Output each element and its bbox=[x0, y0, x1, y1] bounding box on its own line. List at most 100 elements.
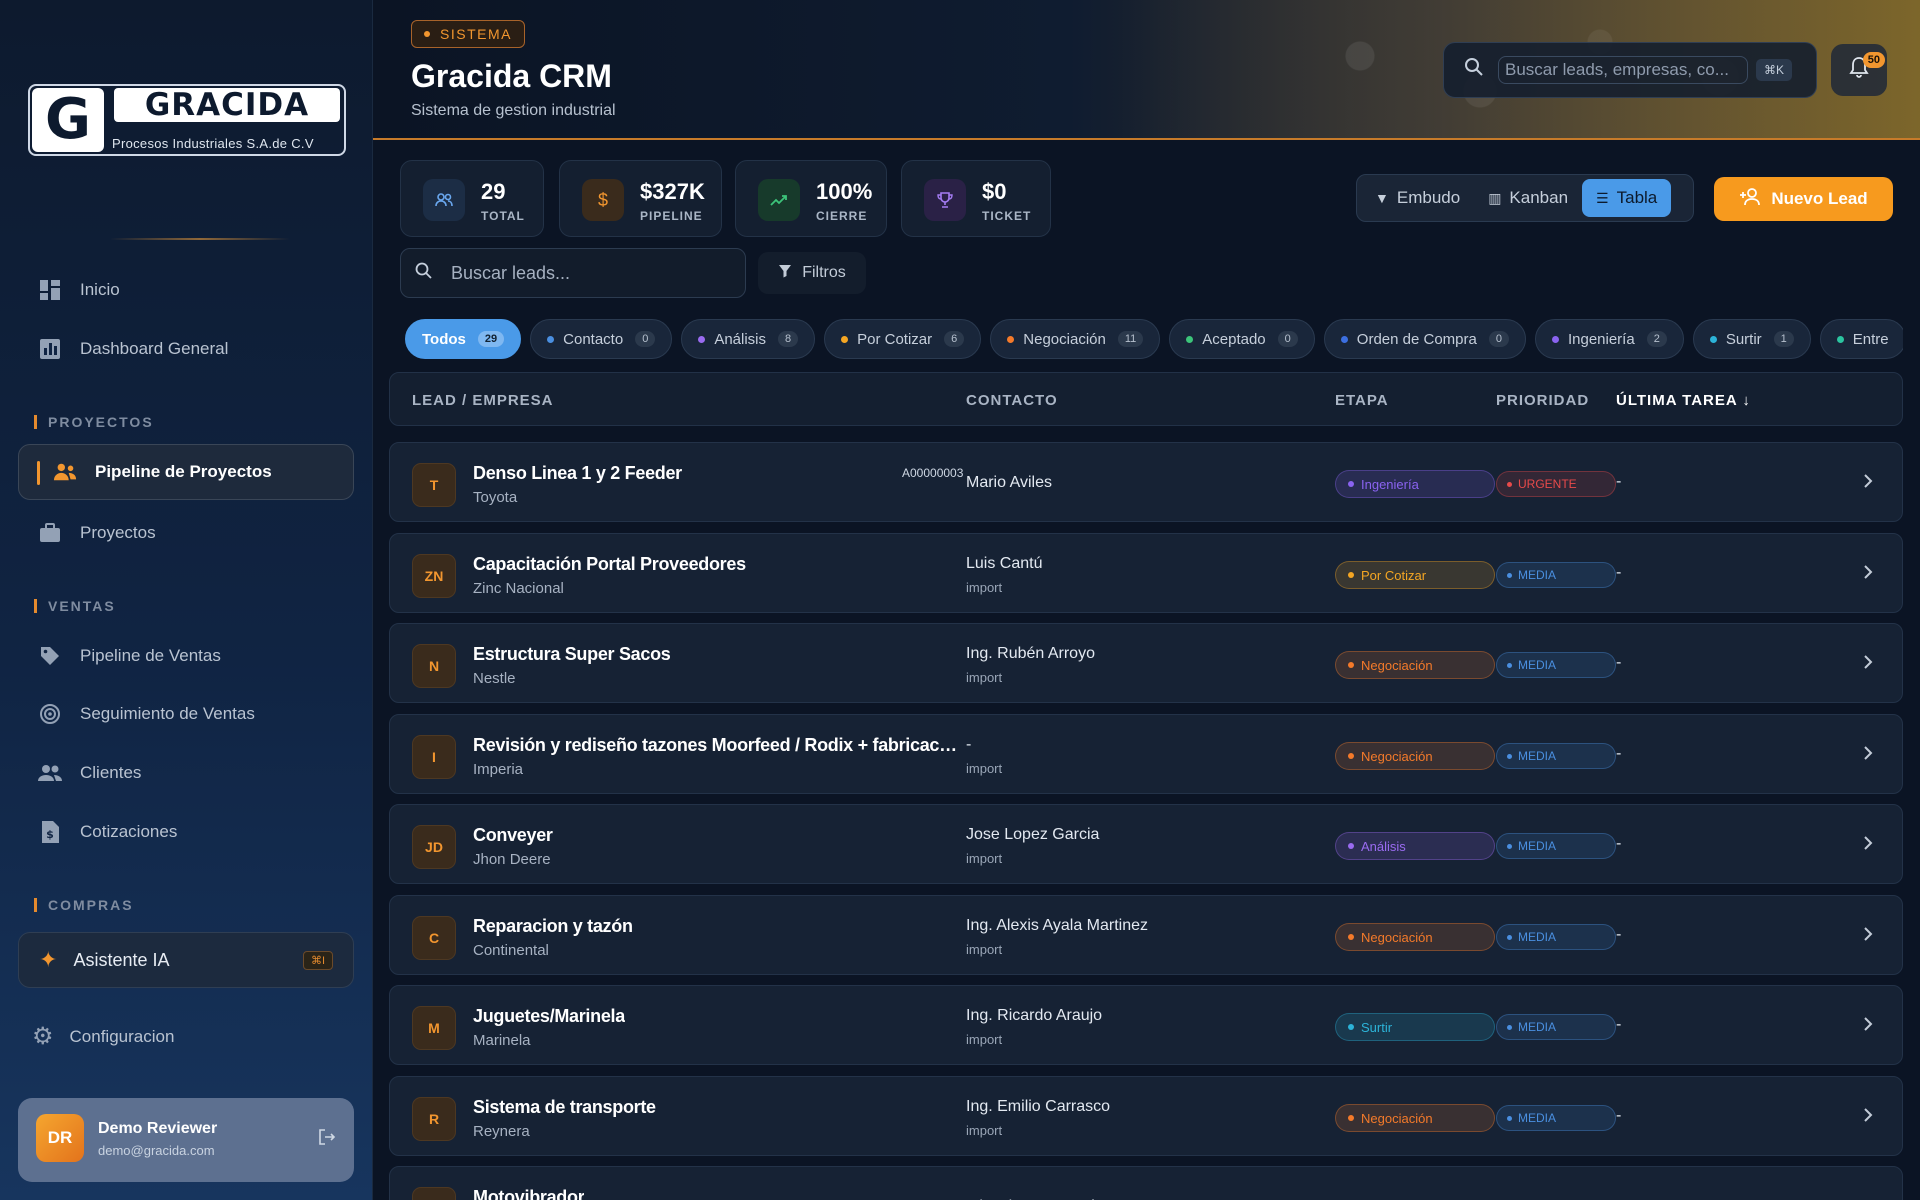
stage-tab-count: 0 bbox=[1277, 331, 1298, 347]
search-icon bbox=[1464, 57, 1484, 83]
chevron-right-icon[interactable] bbox=[1862, 1105, 1874, 1128]
notifications-button[interactable]: 50 bbox=[1831, 44, 1887, 96]
chevron-right-icon[interactable] bbox=[1862, 652, 1874, 675]
table-row[interactable]: MotovibradorMisael Serrano Díaz bbox=[389, 1166, 1903, 1200]
lead-avatar: M bbox=[412, 1006, 456, 1050]
company-logo[interactable]: G GRACIDA Procesos Industriales S.A.de C… bbox=[28, 84, 346, 156]
nav-item-proyectos[interactable]: Proyectos bbox=[18, 505, 354, 561]
chevron-right-icon[interactable] bbox=[1862, 743, 1874, 766]
user-card[interactable]: DR Demo Reviewer demo@gracida.com bbox=[18, 1098, 354, 1182]
logo-letter: G bbox=[32, 88, 104, 152]
priority-dot bbox=[1507, 1115, 1512, 1121]
nav-item-seguimiento-ventas[interactable]: Seguimiento de Ventas bbox=[18, 686, 354, 742]
sparkle-icon: ✦ bbox=[39, 947, 58, 972]
lead-search-input[interactable] bbox=[451, 262, 731, 284]
settings-link[interactable]: ⚙ Configuracion bbox=[32, 1022, 174, 1051]
nav-item-pipeline-ventas[interactable]: Pipeline de Ventas bbox=[18, 628, 354, 684]
ai-assistant-button[interactable]: ✦ Asistente IA ⌘I bbox=[18, 932, 354, 988]
lead-avatar: T bbox=[412, 463, 456, 507]
stage-tab-negociación[interactable]: Negociación 11 bbox=[990, 319, 1161, 359]
list-icon: ☰ bbox=[1596, 189, 1609, 206]
chevron-right-icon[interactable] bbox=[1862, 1014, 1874, 1037]
nav-item-dashboard-general[interactable]: Dashboard General bbox=[18, 321, 354, 377]
column-header-prioridad[interactable]: PRIORIDAD bbox=[1496, 392, 1589, 409]
last-task: - bbox=[1616, 1107, 1622, 1124]
stage-tab-aceptado[interactable]: Aceptado 0 bbox=[1169, 319, 1315, 359]
stage-tab-surtir[interactable]: Surtir 1 bbox=[1692, 319, 1811, 359]
logout-icon[interactable] bbox=[318, 1128, 336, 1151]
filters-button[interactable]: Filtros bbox=[758, 252, 866, 294]
table-row[interactable]: C Reparacion y tazón Continental Ing. Alexi… bbox=[389, 895, 1903, 975]
view-tabla-button[interactable]: ☰ Tabla bbox=[1582, 179, 1672, 217]
stage-badge: Negociación bbox=[1335, 1104, 1495, 1132]
stat-label: PIPELINE bbox=[640, 209, 703, 223]
priority-dot bbox=[1507, 843, 1512, 849]
chevron-right-icon[interactable] bbox=[1862, 471, 1874, 494]
stage-dot bbox=[1348, 572, 1354, 578]
last-task: - bbox=[1616, 745, 1622, 762]
filter-icon bbox=[778, 264, 792, 283]
nav-item-label: Pipeline de Proyectos bbox=[95, 462, 272, 481]
column-header-ultima-tarea[interactable]: ÚLTIMA TAREA ↓ bbox=[1616, 392, 1751, 409]
column-header-lead[interactable]: LEAD / EMPRESA bbox=[412, 392, 554, 409]
chevron-right-icon[interactable] bbox=[1862, 924, 1874, 947]
priority-badge: MEDIA bbox=[1496, 1014, 1616, 1040]
global-search-input[interactable] bbox=[1498, 56, 1748, 84]
view-embudo-button[interactable]: ▼ Embudo bbox=[1361, 179, 1474, 217]
page-header: SISTEMA Gracida CRM Sistema de gestion i… bbox=[373, 0, 1920, 140]
section-title-ventas: VENTAS bbox=[34, 598, 116, 614]
logo-divider bbox=[110, 238, 290, 240]
stage-dot bbox=[1348, 1024, 1354, 1030]
stat-value: 100% bbox=[816, 179, 873, 204]
page-title: Gracida CRM bbox=[411, 58, 612, 94]
stage-badge-label: Surtir bbox=[1361, 1019, 1393, 1035]
chevron-right-icon[interactable] bbox=[1862, 562, 1874, 585]
column-header-etapa[interactable]: ETAPA bbox=[1335, 392, 1389, 409]
stage-badge: Surtir bbox=[1335, 1013, 1495, 1041]
stage-badge: Negociación bbox=[1335, 651, 1495, 679]
stage-tab-ingeniería[interactable]: Ingeniería 2 bbox=[1534, 319, 1684, 359]
system-badge: SISTEMA bbox=[411, 20, 525, 48]
table-row[interactable]: R Sistema de transporte Reynera Ing. Emilio… bbox=[389, 1076, 1903, 1156]
stage-tab-label: Ingeniería bbox=[1567, 330, 1635, 348]
view-toggle: ▼ Embudo ▥ Kanban ☰ Tabla bbox=[1356, 174, 1694, 222]
stage-tab-contacto[interactable]: Contacto 0 bbox=[530, 319, 673, 359]
view-kanban-button[interactable]: ▥ Kanban bbox=[1474, 179, 1582, 217]
notification-count-badge: 50 bbox=[1862, 52, 1885, 68]
stage-tab-todos[interactable]: Todos 29 bbox=[405, 319, 522, 359]
stage-tab-por-cotizar[interactable]: Por Cotizar 6 bbox=[824, 319, 982, 359]
table-row[interactable]: ZN Capacitación Portal Proveedores Zinc Na… bbox=[389, 533, 1903, 613]
lead-company: Toyota bbox=[473, 489, 518, 506]
nav-item-label: Pipeline de Ventas bbox=[80, 646, 221, 665]
priority-badge-label: MEDIA bbox=[1518, 658, 1557, 672]
nav-item-label: Clientes bbox=[80, 763, 142, 782]
table-row[interactable]: T Denso Linea 1 y 2 Feeder Toyota A00000003… bbox=[389, 442, 1903, 522]
nav-item-inicio[interactable]: Inicio bbox=[18, 262, 354, 318]
table-row[interactable]: N Estructura Super Sacos Nestle Ing. Rubén … bbox=[389, 623, 1903, 703]
stage-tab-análisis[interactable]: Análisis 8 bbox=[681, 319, 816, 359]
nav-item-clientes[interactable]: Clientes bbox=[18, 745, 354, 801]
stat-pipeline: $ $327K PIPELINE bbox=[559, 160, 722, 237]
tag-icon bbox=[38, 644, 62, 668]
nav-item-pipeline-proyectos[interactable]: Pipeline de Proyectos bbox=[18, 444, 354, 500]
nav-item-label: Inicio bbox=[80, 280, 120, 299]
funnel-icon: ▼ bbox=[1375, 190, 1389, 206]
stage-dot bbox=[841, 335, 849, 343]
stage-badge-label: Análisis bbox=[1361, 838, 1406, 854]
section-title-proyectos: PROYECTOS bbox=[34, 414, 154, 430]
chevron-right-icon[interactable] bbox=[1862, 833, 1874, 856]
stage-tab-orden-de-compra[interactable]: Orden de Compra 0 bbox=[1323, 319, 1526, 359]
nav-item-label: Cotizaciones bbox=[80, 822, 178, 841]
table-row[interactable]: I Revisión y rediseño tazones Moorfeed / … bbox=[389, 714, 1903, 794]
stage-tab-entre[interactable]: Entre bbox=[1819, 319, 1903, 359]
new-lead-button[interactable]: Nuevo Lead bbox=[1714, 177, 1893, 221]
stage-tab-count: 1 bbox=[1773, 331, 1794, 347]
stage-dot bbox=[1348, 934, 1354, 940]
table-row[interactable]: M Juguetes/Marinela Marinela Ing. Ricardo A… bbox=[389, 985, 1903, 1065]
nav-item-cotizaciones[interactable]: $ Cotizaciones bbox=[18, 804, 354, 860]
contact-name: Ing. Emilio Carrasco bbox=[966, 1098, 1111, 1115]
priority-dot bbox=[1507, 753, 1512, 759]
table-row[interactable]: JD Conveyer Jhon Deere Jose Lopez Garcia imp… bbox=[389, 804, 1903, 884]
dashboard-grid-icon bbox=[38, 278, 62, 302]
column-header-contacto[interactable]: CONTACTO bbox=[966, 392, 1058, 409]
